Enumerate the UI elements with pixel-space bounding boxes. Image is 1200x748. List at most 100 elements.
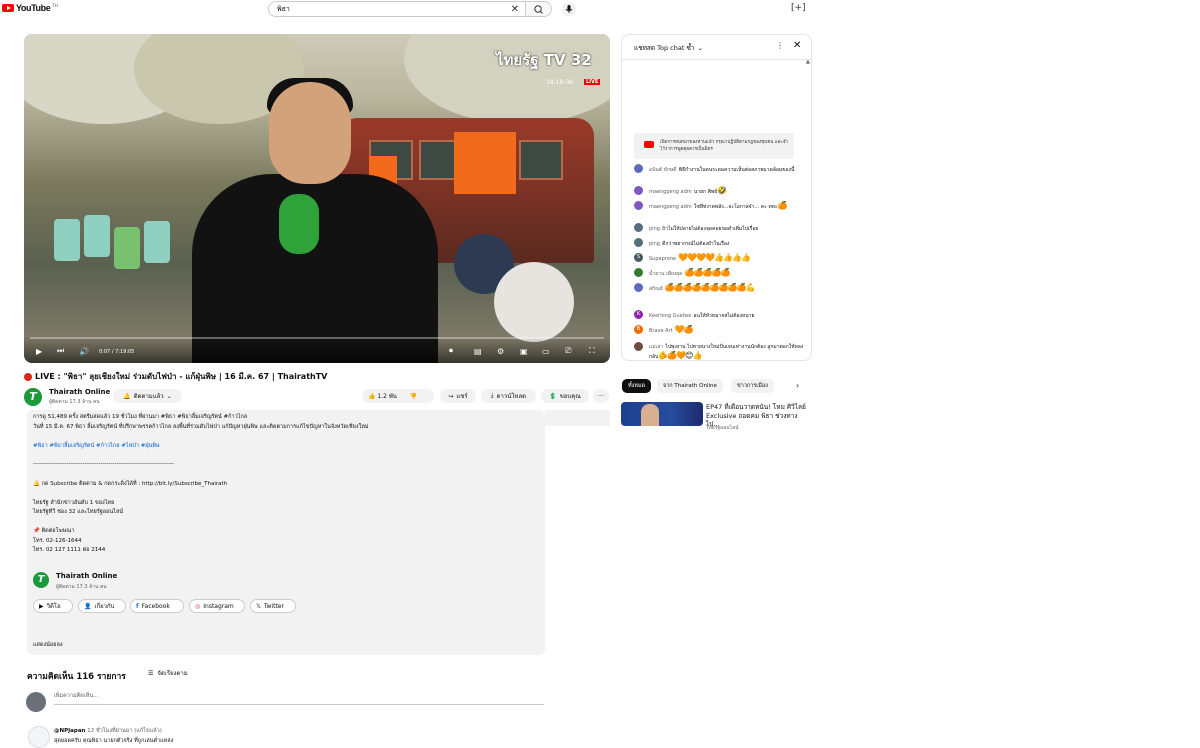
chat-author-name[interactable]: สกิณย์: [649, 286, 663, 292]
twitter-button[interactable]: 𝕏 Twitter: [250, 599, 296, 613]
chat-author-avatar[interactable]: K: [634, 310, 643, 319]
chat-author-avatar[interactable]: [634, 186, 643, 195]
channel-avatar[interactable]: T: [24, 388, 42, 406]
like-button[interactable]: 👍 1.2 พัน: [368, 391, 397, 401]
play-icon[interactable]: ▶: [36, 347, 42, 356]
volume-icon[interactable]: 🔊: [79, 347, 89, 356]
chevron-down-icon: ⌄: [166, 392, 172, 400]
next-icon[interactable]: ⏭: [57, 346, 64, 356]
download-button[interactable]: ⤓ ดาวน์โหลด: [481, 389, 536, 403]
progress-bar[interactable]: [30, 337, 604, 339]
facebook-icon: f: [136, 602, 139, 610]
thanks-label: ขอบคุณ: [559, 393, 581, 400]
search-button[interactable]: [526, 1, 552, 17]
chat-author-name[interactable]: ping: [649, 241, 660, 247]
thanks-button[interactable]: 💲 ขอบคุณ: [541, 389, 589, 403]
scroll-up-icon[interactable]: ▲: [806, 59, 810, 65]
chat-message-body: Keerlong Guelwe อนให้หัวหมาจหไม่ต้องหนาย: [649, 310, 754, 320]
close-chat-icon[interactable]: ✕: [793, 40, 801, 51]
chat-author-name[interactable]: Brave Art: [649, 328, 673, 334]
chat-author-avatar[interactable]: [634, 223, 643, 232]
chat-author-avatar[interactable]: [634, 342, 643, 351]
subscribed-button[interactable]: 🔔 ติดตามแล้ว ⌄: [113, 389, 182, 403]
related-video-thumbnail[interactable]: [621, 402, 703, 426]
search-input[interactable]: พิธา ✕: [268, 1, 526, 17]
voice-search-button[interactable]: [562, 2, 576, 16]
chat-author-name[interactable]: แม่เล่า: [649, 344, 663, 350]
related-video-channel[interactable]: ไทยรัฐออนไลน์: [706, 424, 739, 432]
more-actions-button[interactable]: ···: [593, 389, 609, 403]
video-title-text: LIVE : "พิธา" ลุยเชียงใหม่ ร่วมดับไฟป่า …: [35, 372, 328, 381]
sort-icon: ☰: [148, 669, 154, 677]
show-less-button[interactable]: แสดงน้อยลง: [33, 641, 63, 649]
create-button[interactable]: [+]: [791, 3, 806, 13]
chat-author-name[interactable]: อนันต์ ทักษดี: [649, 167, 677, 173]
chat-author-avatar[interactable]: [634, 164, 643, 173]
subscribe-link-line[interactable]: 🔔 กด Subscribe ติดตาม & กดกระดิ่งได้ที่ …: [33, 480, 227, 488]
chat-message: B Brave Art 🧡🍊: [634, 325, 804, 334]
clear-search-icon[interactable]: ✕: [511, 4, 519, 15]
like-dislike-group: 👍 1.2 พัน 👎: [362, 389, 434, 403]
dislike-icon[interactable]: 👎: [410, 393, 417, 400]
autoplay-toggle[interactable]: ⏺: [449, 346, 453, 356]
chevron-right-icon[interactable]: ›: [796, 381, 799, 390]
instagram-label: Instagram: [203, 602, 234, 610]
chat-message-text: ดีกว่าพยากรณ์ไม่ต้องยำในเรื่อง: [662, 241, 730, 247]
chat-author-name[interactable]: maengpeng adm: [649, 204, 692, 210]
chat-message-body: ping ถ้าไม่ให้ปลายไม่ต้องจุดคอยขอดำเพิ่ม…: [649, 223, 758, 233]
logo-text: YouTube: [16, 3, 51, 13]
chip-all[interactable]: ทั้งหมด: [622, 379, 652, 393]
description-line: วันที่ 15 มี.ค. 67 พิธา ลิ้มเจริญรัตน์ ท…: [33, 424, 369, 430]
hashtag-links[interactable]: #พิธา #พิธาลิ้มเจริญรัตน์ #ก้าวไกล #ไฟป่…: [33, 442, 160, 450]
chat-menu-icon[interactable]: ⋮: [776, 41, 784, 50]
comment-author[interactable]: @NPJapan: [54, 728, 85, 734]
chat-author-avatar[interactable]: [634, 238, 643, 247]
chat-message-body: อนันต์ ทักษดี พิธีกำงานในคนระดมความเห็นต…: [649, 164, 794, 174]
chat-message: K Keerlong Guelwe อนให้หัวหมาจหไม่ต้องหนา…: [634, 310, 804, 320]
chat-message-body: Brave Art 🧡🍊: [649, 325, 694, 334]
sort-comments-button[interactable]: ☰ จัดเรียงตาม: [148, 668, 188, 678]
description-channel-name[interactable]: Thairath Online: [56, 572, 117, 580]
channel-watermark: ไทยรัฐ TV 32: [496, 51, 592, 69]
chat-author-avatar[interactable]: [634, 268, 643, 277]
chat-author-avatar[interactable]: B: [634, 325, 643, 334]
chat-author-name[interactable]: maengpeng adm: [649, 189, 692, 195]
subscribed-label: ติดตามแล้ว: [133, 393, 164, 400]
sort-label: จัดเรียงตาม: [157, 670, 188, 677]
chat-author-name[interactable]: ping: [649, 226, 660, 232]
comment-time: 12 ชั่วโมงที่ผ่านมา (แก้ไขแล้ว): [87, 728, 162, 734]
chat-author-name[interactable]: Supaprone: [649, 256, 676, 262]
chat-author-avatar[interactable]: [634, 201, 643, 210]
theater-icon[interactable]: ▭: [542, 347, 550, 356]
chat-author-avatar[interactable]: [634, 283, 643, 292]
settings-icon[interactable]: ⚙: [497, 347, 504, 356]
captions-icon[interactable]: ▤: [474, 347, 482, 356]
chat-author-name[interactable]: Keerlong Guelwe: [649, 313, 691, 319]
chat-mode-dropdown[interactable]: แชทสด Top chat ซ้ำ ⌄: [634, 43, 703, 53]
chat-message-body: Supaprone 🧡🧡🧡🧡👍👍👍👍: [649, 253, 751, 262]
twitter-icon: 𝕏: [256, 602, 261, 610]
broadcast-clock: 18:18:36: [546, 79, 573, 86]
description-box[interactable]: การดู 51,489 ครั้ง สตรีมสดแล้ว 19 ชั่วโม…: [27, 410, 545, 655]
fullscreen-icon[interactable]: ⛶: [589, 346, 595, 356]
youtube-logo[interactable]: YouTube TH: [2, 3, 58, 13]
chat-author-avatar[interactable]: S: [634, 253, 643, 262]
videos-button[interactable]: ▶ วิดีโอ: [33, 599, 73, 613]
chat-author-name[interactable]: น้ำยาน เพียงผุด: [649, 271, 683, 277]
chat-message: อนันต์ ทักษดี พิธีกำงานในคนระดมความเห็นต…: [634, 164, 804, 174]
about-label: เกี่ยวกับ: [94, 603, 115, 610]
instagram-button[interactable]: ◎ Instagram: [189, 599, 245, 613]
facebook-button[interactable]: f Facebook: [130, 599, 184, 613]
cast-icon[interactable]: ⎚: [565, 346, 571, 356]
add-comment-input[interactable]: เพิ่มความคิดเห็น...: [54, 692, 98, 700]
channel-name[interactable]: Thairath Online: [49, 388, 110, 396]
microphone-icon: [565, 5, 573, 13]
chat-message-body: ping ดีกว่าพยากรณ์ไม่ต้องยำในเรื่อง: [649, 238, 729, 248]
video-player[interactable]: ไทยรัฐ TV 32 18:18:36 LIVE ▶ ⏭ 🔊 0:07 / …: [24, 34, 610, 363]
share-button[interactable]: ↪ แชร์: [440, 389, 476, 403]
miniplayer-icon[interactable]: ▣: [520, 347, 528, 356]
chip-politics[interactable]: ข่าวการเมือง: [731, 379, 774, 393]
chip-from-channel[interactable]: จาก Thairath Online: [657, 379, 723, 393]
description-channel-avatar[interactable]: T: [33, 572, 49, 588]
about-button[interactable]: 👤 เกี่ยวกับ: [78, 599, 126, 613]
